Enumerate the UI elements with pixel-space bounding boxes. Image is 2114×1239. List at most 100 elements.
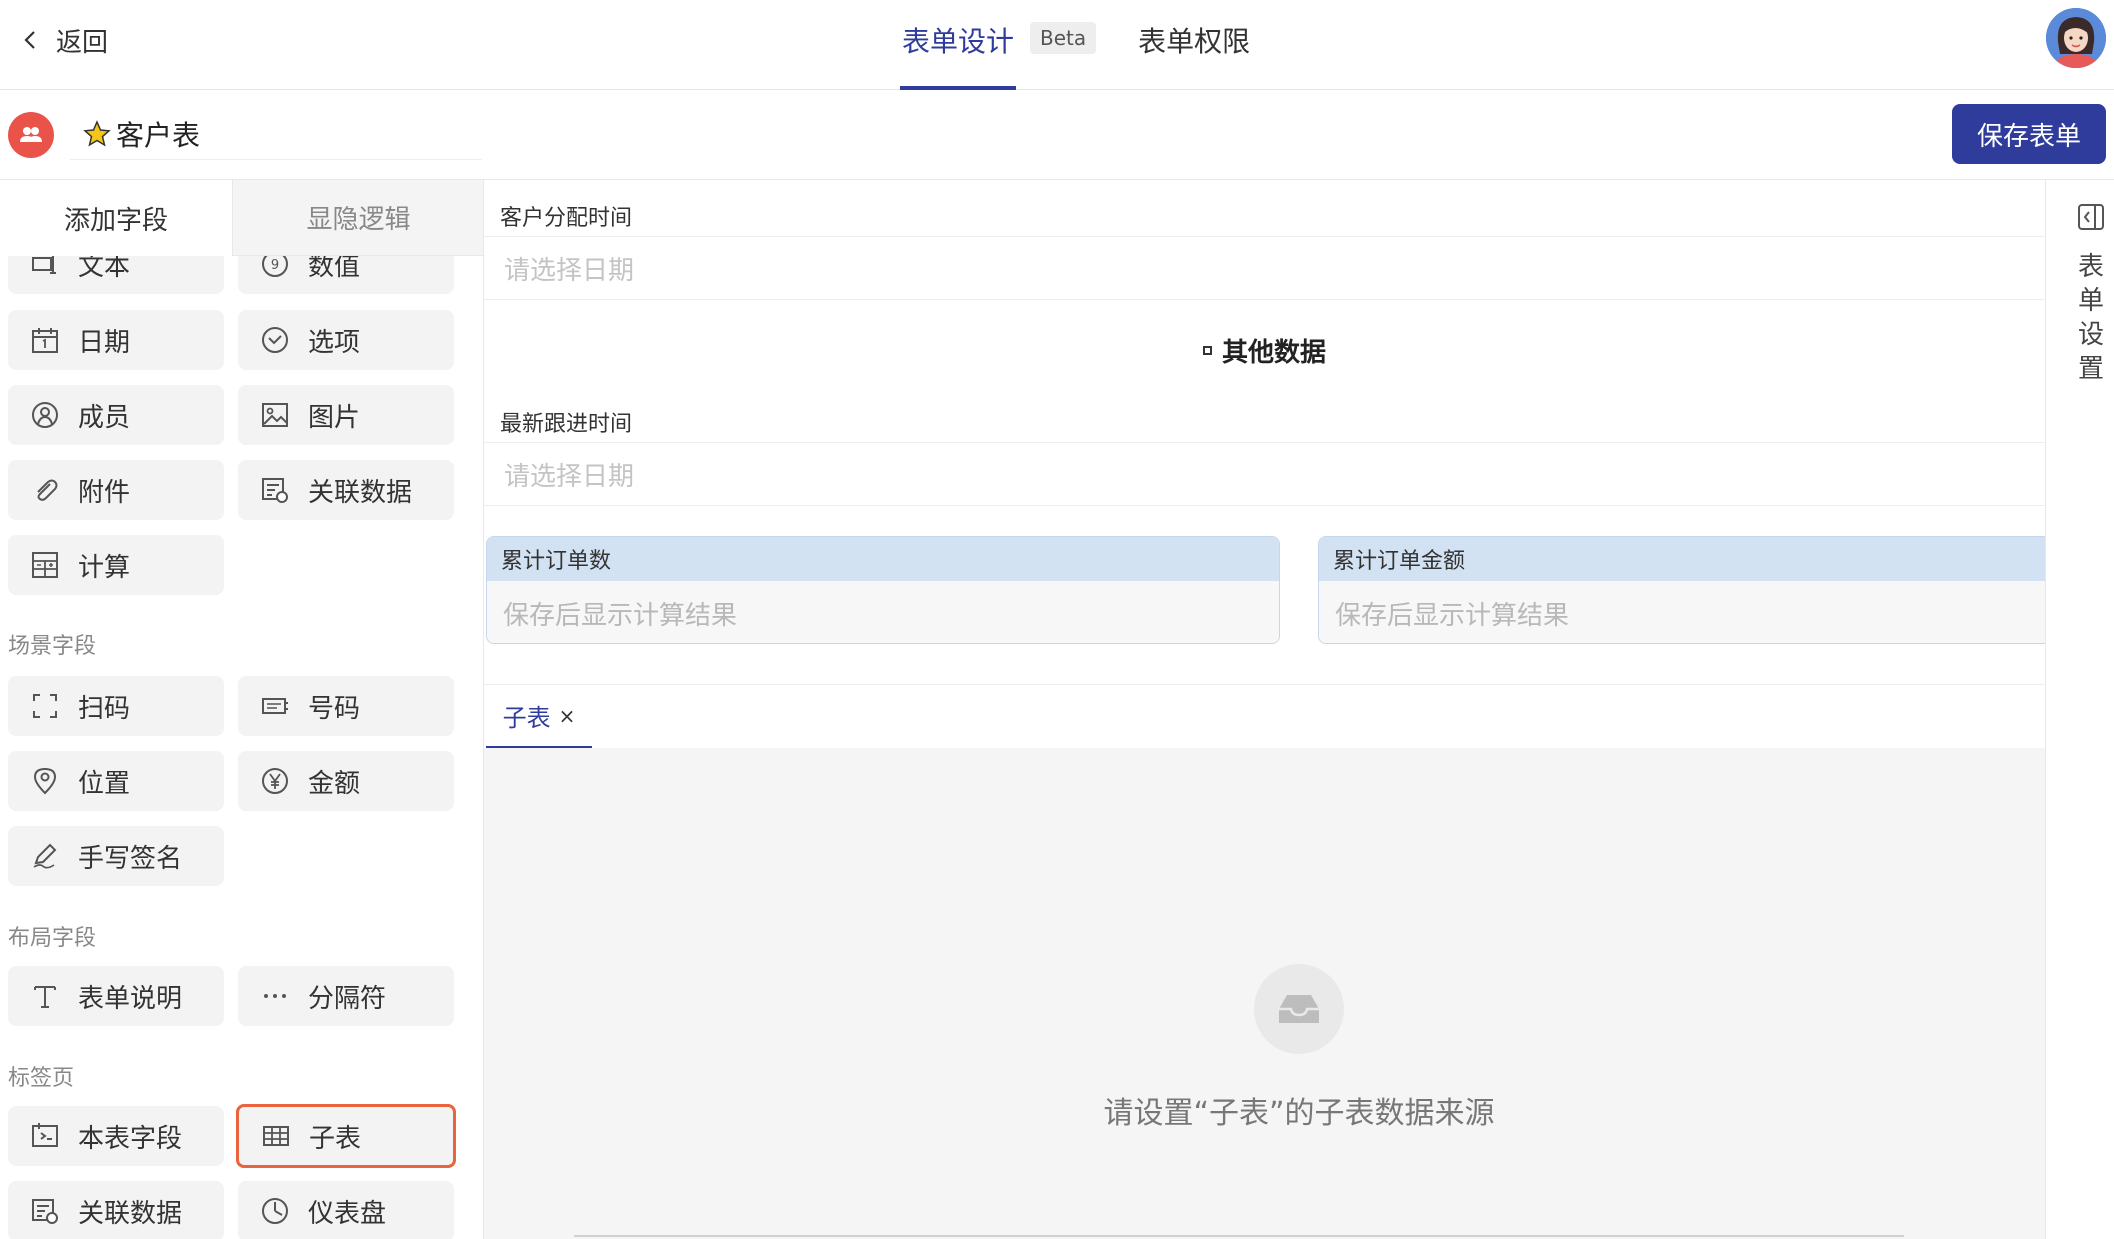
- subtable-tab-label: 子表: [502, 704, 551, 732]
- user-avatar-icon: [2046, 8, 2106, 68]
- field-label: 关联数据: [78, 1198, 183, 1229]
- form-header: 客户表 保存表单: [0, 90, 2114, 180]
- back-label: 返回: [56, 27, 109, 58]
- scrollbar-track[interactable]: [574, 1235, 1904, 1237]
- field-label: 附件: [78, 477, 131, 508]
- empty-message: 请设置“子表”的子表数据来源: [1103, 1096, 1495, 1131]
- svg-text:9: 9: [271, 258, 279, 273]
- signature-pen-icon: [33, 843, 57, 869]
- subtable-content: 请设置“子表”的子表数据来源: [484, 748, 2045, 1239]
- back-button[interactable]: 返回: [20, 20, 108, 60]
- empty-inbox-icon: [1254, 964, 1344, 1054]
- field-dashboard[interactable]: 仪表盘: [238, 1181, 454, 1239]
- divider-label: 其他数据: [1221, 338, 1326, 368]
- calc-order-amount-label: 累计订单金额: [1319, 537, 2045, 581]
- field-label: 号码: [308, 693, 361, 724]
- star-icon: [83, 119, 111, 147]
- field-serial-number[interactable]: 号码: [238, 676, 454, 736]
- field-this-form-fields[interactable]: 本表字段: [8, 1106, 224, 1166]
- section-layout-fields: 布局字段: [8, 926, 97, 951]
- close-icon[interactable]: ×: [559, 704, 576, 728]
- save-form-button[interactable]: 保存表单: [1952, 104, 2106, 164]
- table-grid-icon: [263, 1126, 289, 1146]
- text-t-icon: [34, 986, 56, 1008]
- serial-number-icon: [262, 698, 288, 714]
- form-name-field[interactable]: 客户表: [70, 108, 482, 160]
- calc-order-amount[interactable]: 累计订单金额 保存后显示计算结果: [1318, 536, 2045, 644]
- calc-order-count-result: 保存后显示计算结果: [487, 581, 1279, 643]
- form-settings-rail[interactable]: 表单设置: [2045, 180, 2114, 1239]
- form-icon[interactable]: [8, 112, 54, 158]
- assign-time-input[interactable]: 请选择日期: [484, 236, 2045, 300]
- member-icon: [32, 402, 58, 428]
- calc-order-count[interactable]: 累计订单数 保存后显示计算结果: [486, 536, 1280, 644]
- field-date[interactable]: 日期: [8, 310, 224, 370]
- field-label: 仪表盘: [308, 1198, 387, 1229]
- field-calculation[interactable]: 计算: [8, 535, 224, 595]
- image-icon: [262, 403, 288, 427]
- chevron-left-icon: [24, 31, 35, 49]
- calc-order-count-label: 累计订单数: [487, 537, 1279, 581]
- field-label: 本表字段: [78, 1123, 183, 1154]
- collapse-panel-icon[interactable]: [2076, 202, 2106, 232]
- field-signature[interactable]: 手写签名: [8, 826, 224, 886]
- calculator-icon: [32, 552, 58, 578]
- field-form-description[interactable]: 表单说明: [8, 966, 224, 1026]
- tab-add-field[interactable]: 添加字段: [0, 180, 232, 256]
- this-form-field-icon: [32, 1123, 58, 1147]
- field-label: 金额: [308, 768, 361, 799]
- field-linked-data[interactable]: 关联数据: [238, 460, 454, 520]
- paperclip-icon: [37, 479, 58, 501]
- subtable-tab-bar: 子表 ×: [484, 684, 2045, 749]
- field-label: 位置: [78, 768, 131, 799]
- field-label: 表单说明: [78, 983, 183, 1014]
- field-label: 扫码: [78, 693, 131, 724]
- divider-square-icon: [1202, 346, 1212, 355]
- palette-tabs: 添加字段 显隐逻辑: [0, 180, 483, 256]
- field-attachment[interactable]: 附件: [8, 460, 224, 520]
- field-subtable[interactable]: 子表: [236, 1104, 456, 1168]
- tab-form-design-label: 表单设计: [902, 25, 1015, 58]
- field-label: 图片: [308, 402, 361, 433]
- avatar[interactable]: [2046, 8, 2106, 68]
- ellipsis-icon: [264, 994, 286, 998]
- linked-data-icon: [262, 478, 288, 503]
- field-label: 关联数据: [308, 477, 413, 508]
- field-label: 日期: [78, 327, 131, 358]
- option-check-icon: [262, 327, 288, 353]
- field-amount[interactable]: 金额: [238, 751, 454, 811]
- field-label: 选项: [308, 327, 361, 358]
- field-linked-data-tab[interactable]: 关联数据: [8, 1181, 224, 1239]
- calc-order-amount-result: 保存后显示计算结果: [1319, 581, 2045, 643]
- latest-follow-label: 最新跟进时间: [500, 412, 633, 437]
- section-tab-pages: 标签页: [8, 1066, 75, 1091]
- scan-icon: [33, 694, 57, 718]
- assign-time-label: 客户分配时间: [500, 206, 633, 231]
- field-scan[interactable]: 扫码: [8, 676, 224, 736]
- tab-form-permissions[interactable]: 表单权限: [1138, 20, 1250, 60]
- field-label: 手写签名: [78, 843, 183, 874]
- field-separator[interactable]: 分隔符: [238, 966, 454, 1026]
- field-palette: 添加字段 显隐逻辑 文本 9 数值 日期 选项 成员 图片 附件 关联数据 计算…: [0, 180, 484, 1239]
- field-label: 计算: [78, 552, 131, 583]
- section-scene-fields: 场景字段: [8, 634, 97, 659]
- calendar-icon: [32, 328, 58, 353]
- latest-follow-input[interactable]: 请选择日期: [484, 442, 2045, 506]
- tab-form-design[interactable]: 表单设计: [900, 20, 1017, 90]
- form-settings-label: 表单设置: [2077, 252, 2104, 384]
- location-pin-icon: [33, 767, 57, 795]
- field-label: 成员: [78, 402, 131, 433]
- field-label: 子表: [309, 1123, 362, 1154]
- top-bar: 返回 表单设计 Beta 表单权限: [0, 0, 2114, 90]
- field-member[interactable]: 成员: [8, 385, 224, 445]
- form-name-text: 客户表: [116, 118, 201, 152]
- field-option[interactable]: 选项: [238, 310, 454, 370]
- field-image[interactable]: 图片: [238, 385, 454, 445]
- tab-visibility-logic[interactable]: 显隐逻辑: [232, 180, 483, 256]
- tab-subtable[interactable]: 子表 ×: [486, 685, 592, 749]
- beta-badge: Beta: [1030, 22, 1097, 54]
- form-canvas: 客户分配时间 请选择日期 其他数据 最新跟进时间 请选择日期 累计订单数 保存后…: [484, 180, 2045, 1239]
- divider-other-data[interactable]: 其他数据: [484, 332, 2045, 369]
- field-location[interactable]: 位置: [8, 751, 224, 811]
- dashboard-gauge-icon: [262, 1198, 288, 1224]
